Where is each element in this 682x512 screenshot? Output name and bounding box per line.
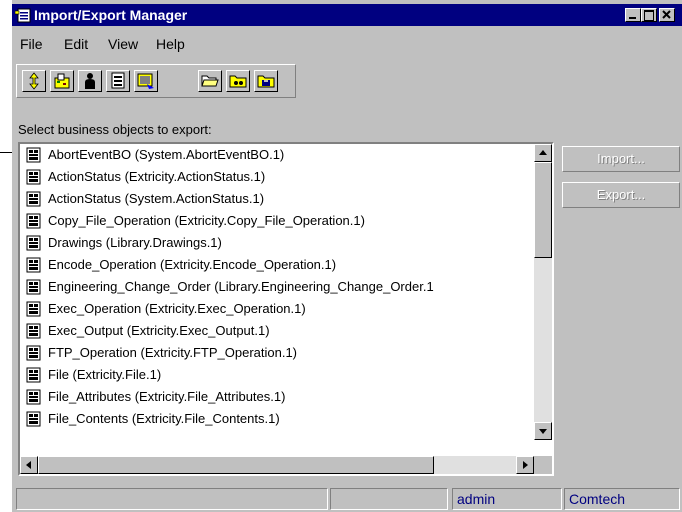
business-object-icon: [26, 257, 41, 273]
minimize-button[interactable]: [625, 8, 641, 22]
export-button[interactable]: Export...: [562, 182, 680, 208]
list-item[interactable]: AbortEventBO (System.AbortEventBO.1): [20, 144, 536, 166]
list-rows: AbortEventBO (System.AbortEventBO.1) Acti…: [20, 144, 536, 440]
vertical-scrollbar[interactable]: [534, 144, 552, 440]
list-label: Select business objects to export:: [18, 122, 212, 137]
business-object-icon: [26, 389, 41, 405]
list-item[interactable]: Drawings (Library.Drawings.1): [20, 232, 536, 254]
list-item[interactable]: Encode_Operation (Extricity.Encode_Opera…: [20, 254, 536, 276]
menu-edit[interactable]: Edit: [64, 36, 88, 52]
document-icon: [111, 72, 125, 89]
folder-view-icon: [229, 75, 247, 88]
list-item-label: AbortEventBO (System.AbortEventBO.1): [48, 147, 285, 162]
business-objects-icon: [54, 73, 70, 89]
status-panel-1: [16, 488, 328, 510]
vertical-scroll-thumb[interactable]: [534, 162, 552, 258]
status-user: admin: [452, 488, 562, 510]
arrow-up-icon: [539, 150, 547, 155]
arrow-right-icon: [523, 461, 528, 469]
scroll-corner: [534, 456, 552, 474]
status-panel-2: [330, 488, 448, 510]
maximize-icon: [644, 10, 654, 21]
list-item-label: File_Contents (Extricity.File_Contents.1…: [48, 411, 280, 426]
minimize-icon: [629, 17, 636, 19]
list-item-label: FTP_Operation (Extricity.FTP_Operation.1…: [48, 345, 298, 360]
status-org: Comtech: [564, 488, 680, 510]
business-object-icon: [26, 213, 41, 229]
scroll-up-button[interactable]: [534, 144, 552, 162]
toolbar-button-5[interactable]: [134, 70, 158, 92]
picture-icon: [137, 73, 154, 89]
business-object-icon: [26, 323, 41, 339]
scroll-left-button[interactable]: [20, 456, 38, 474]
list-item[interactable]: Exec_Output (Extricity.Exec_Output.1): [20, 320, 536, 342]
list-item[interactable]: ActionStatus (System.ActionStatus.1): [20, 188, 536, 210]
list-item-label: Engineering_Change_Order (Library.Engine…: [48, 279, 434, 294]
folder-save-icon: [257, 75, 275, 88]
list-item-label: File (Extricity.File.1): [48, 367, 162, 382]
business-object-icon: [26, 169, 41, 185]
business-object-icon: [26, 411, 41, 427]
toolbar-button-7[interactable]: [226, 70, 250, 92]
menu-view[interactable]: View: [108, 36, 138, 52]
toolbar-button-1[interactable]: [22, 70, 46, 92]
close-icon: [662, 10, 671, 19]
business-object-icon: [26, 367, 41, 383]
list-item[interactable]: File (Extricity.File.1): [20, 364, 536, 386]
window-title: Import/Export Manager: [34, 7, 188, 23]
list-item[interactable]: Exec_Operation (Extricity.Exec_Operation…: [20, 298, 536, 320]
menu-file[interactable]: File: [20, 36, 43, 52]
business-object-icon: [26, 191, 41, 207]
scroll-down-button[interactable]: [534, 422, 552, 440]
toolbar-button-8[interactable]: [254, 70, 278, 92]
list-item-label: Encode_Operation (Extricity.Encode_Opera…: [48, 257, 337, 272]
person-icon: [85, 73, 95, 89]
import-button[interactable]: Import...: [562, 146, 680, 172]
toolbar-button-3[interactable]: [78, 70, 102, 92]
business-object-icon: [26, 147, 41, 163]
list-item[interactable]: ActionStatus (Extricity.ActionStatus.1): [20, 166, 536, 188]
toolbar-button-6[interactable]: [198, 70, 222, 92]
list-item-label: ActionStatus (System.ActionStatus.1): [48, 191, 265, 206]
app-icon: [15, 8, 31, 23]
business-objects-list[interactable]: AbortEventBO (System.AbortEventBO.1) Acti…: [18, 142, 554, 476]
title-bar: Import/Export Manager: [12, 4, 682, 26]
arrow-down-icon: [539, 429, 547, 434]
arrows-updown-icon: [29, 72, 39, 90]
list-item[interactable]: Engineering_Change_Order (Library.Engine…: [20, 276, 536, 298]
list-item-label: Drawings (Library.Drawings.1): [48, 235, 222, 250]
import-export-window: Import/Export Manager File Edit View Hel…: [12, 0, 682, 512]
toolbar: [16, 64, 296, 98]
list-item[interactable]: Copy_File_Operation (Extricity.Copy_File…: [20, 210, 536, 232]
list-item-label: Copy_File_Operation (Extricity.Copy_File…: [48, 213, 365, 228]
list-item[interactable]: FTP_Operation (Extricity.FTP_Operation.1…: [20, 342, 536, 364]
maximize-button[interactable]: [641, 8, 657, 22]
menu-help[interactable]: Help: [156, 36, 185, 52]
list-item-label: File_Attributes (Extricity.File_Attribut…: [48, 389, 286, 404]
list-item-label: Exec_Operation (Extricity.Exec_Operation…: [48, 301, 306, 316]
list-item-label: ActionStatus (Extricity.ActionStatus.1): [48, 169, 266, 184]
toolbar-button-4[interactable]: [106, 70, 130, 92]
open-folder-icon: [201, 75, 219, 87]
close-button[interactable]: [659, 8, 675, 22]
toolbar-button-2[interactable]: [50, 70, 74, 92]
list-item-label: Exec_Output (Extricity.Exec_Output.1): [48, 323, 270, 338]
horizontal-scroll-thumb[interactable]: [38, 456, 434, 474]
list-item[interactable]: File_Contents (Extricity.File_Contents.1…: [20, 408, 536, 430]
horizontal-scrollbar[interactable]: [20, 456, 534, 474]
business-object-icon: [26, 279, 41, 295]
business-object-icon: [26, 235, 41, 251]
list-item[interactable]: File_Attributes (Extricity.File_Attribut…: [20, 386, 536, 408]
arrow-left-icon: [26, 461, 31, 469]
business-object-icon: [26, 345, 41, 361]
scroll-right-button[interactable]: [516, 456, 534, 474]
business-object-icon: [26, 301, 41, 317]
